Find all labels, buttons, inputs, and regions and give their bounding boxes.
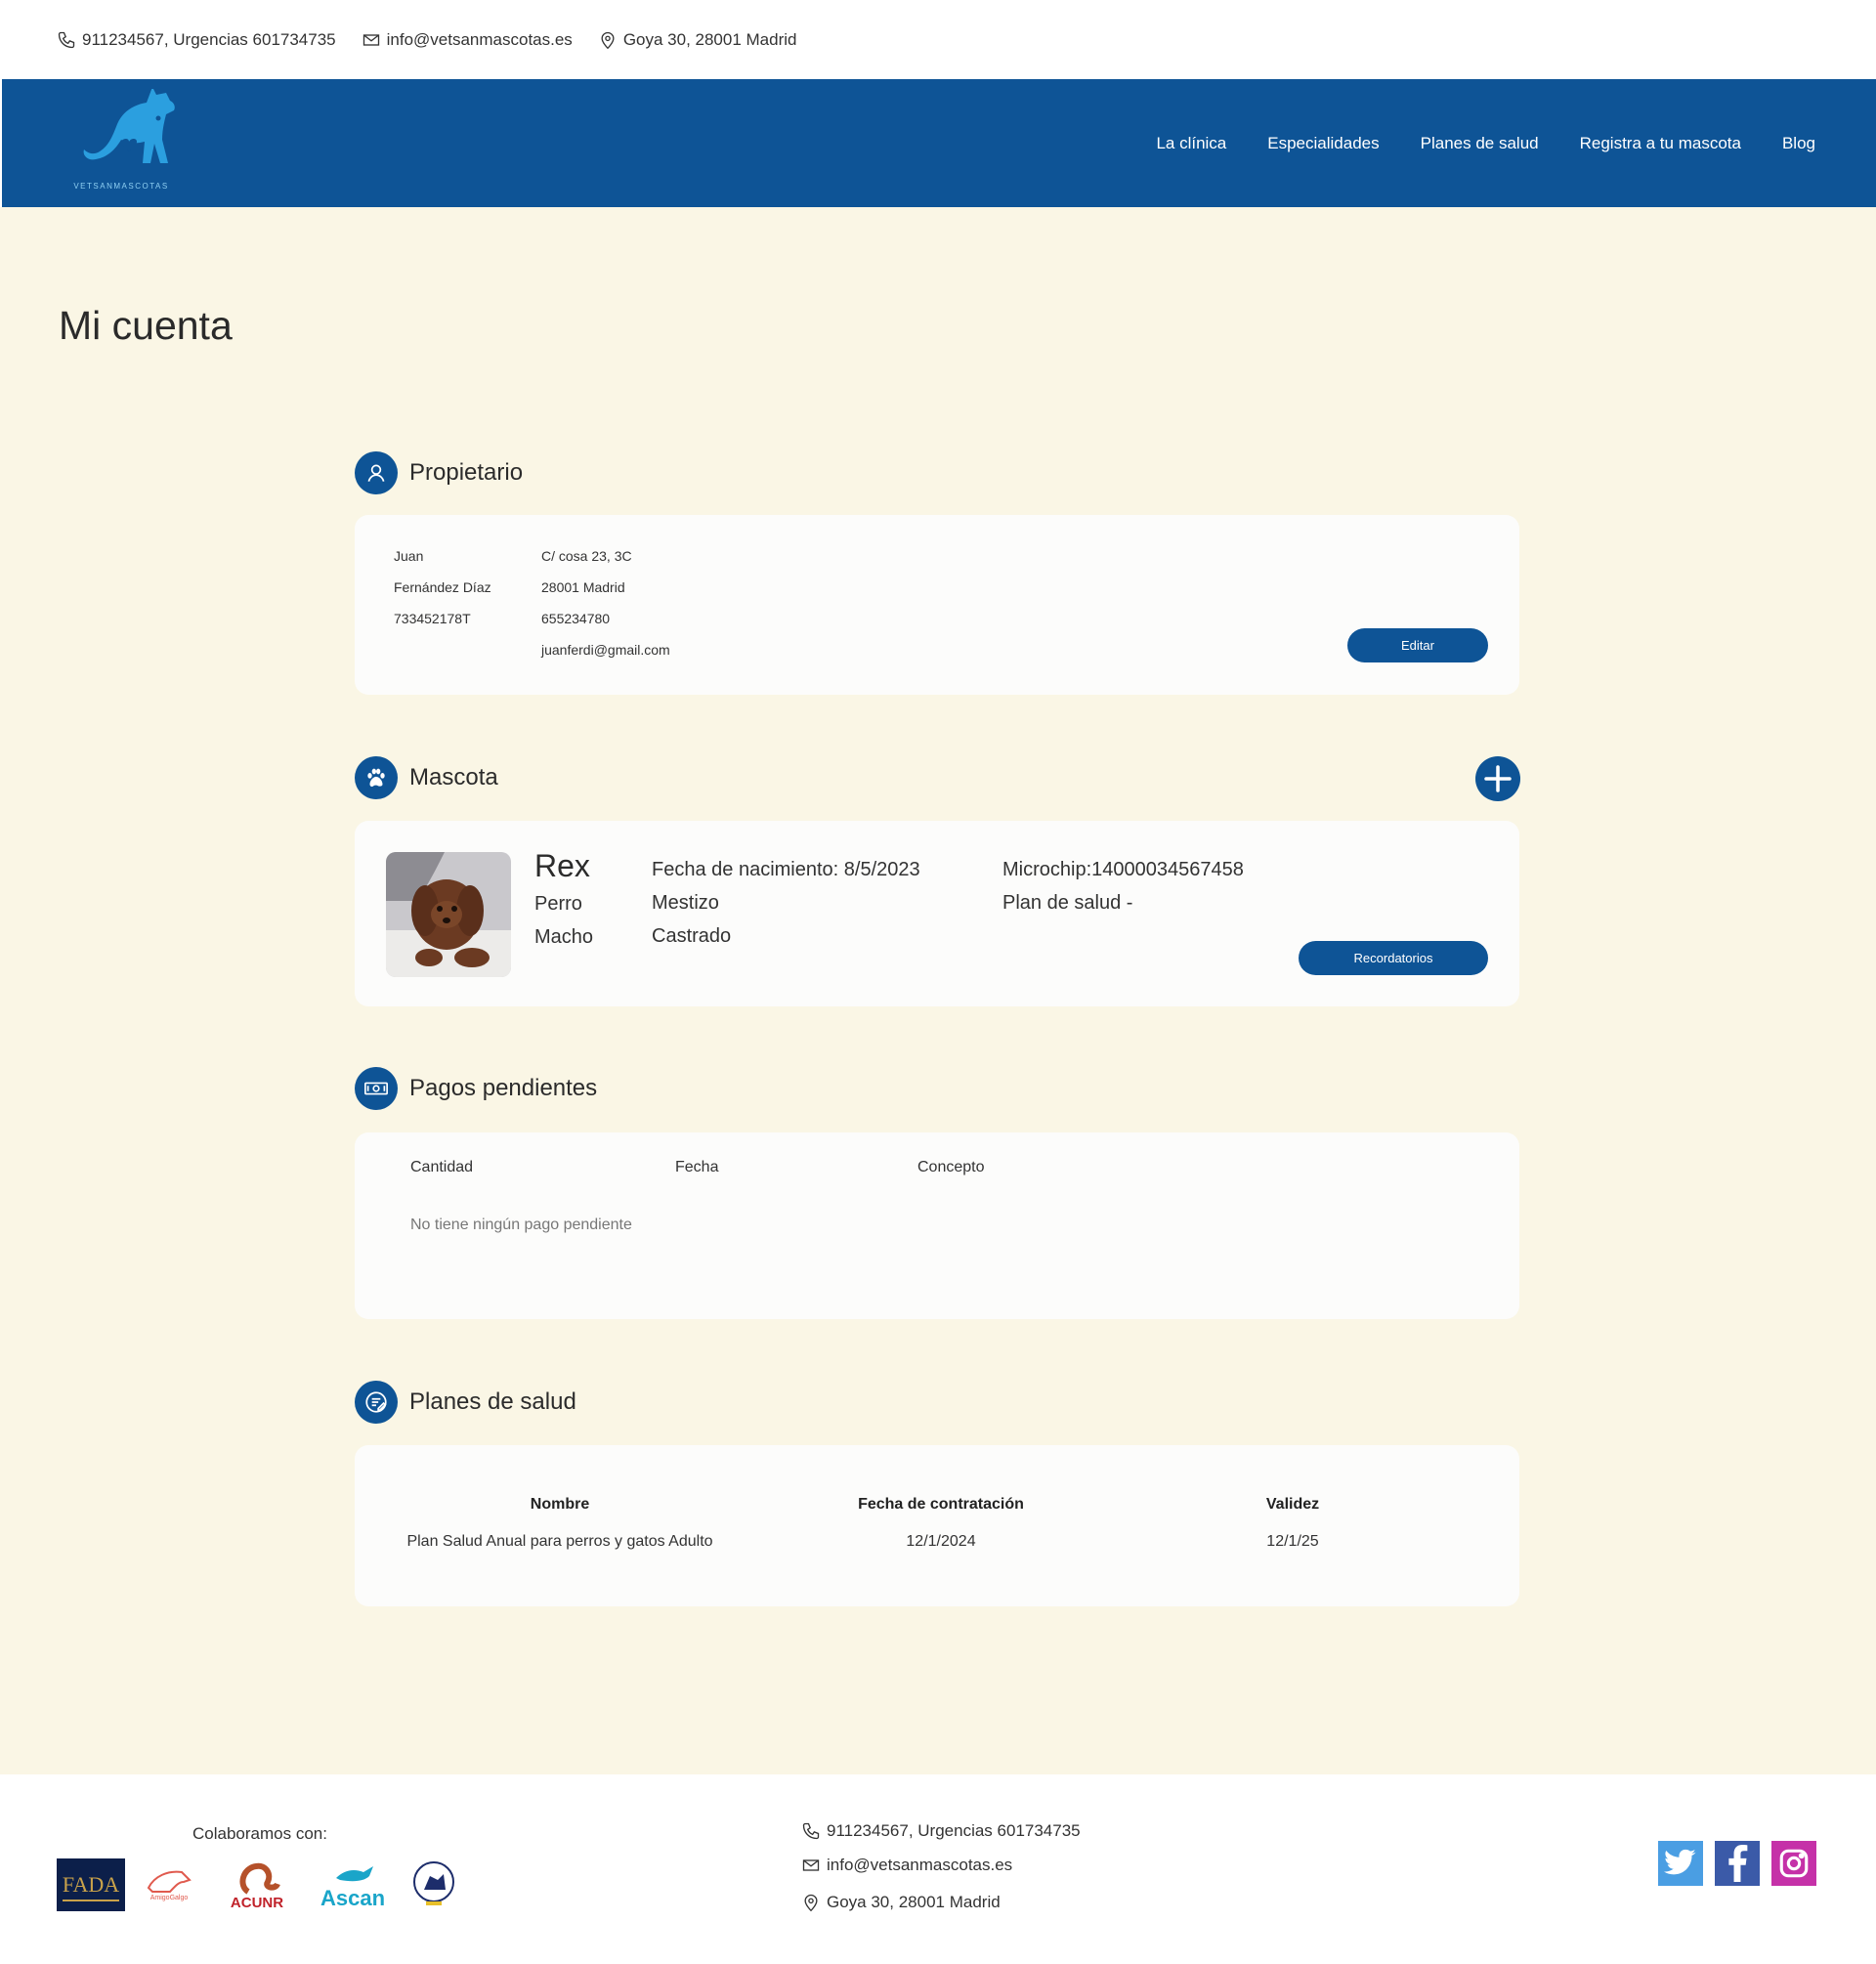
pet-section-header: Mascota [355,756,498,799]
reminders-button[interactable]: Recordatorios [1299,941,1488,975]
plans-col-validez: Validez [1265,1496,1320,1513]
partner-logo-amigogalgo[interactable]: AmigoGalgo [145,1858,193,1911]
main-navbar: VETSANMASCOTAS La clínica Especialidades… [2,79,1876,207]
pet-birth-date: Fecha de nacimiento: 8/5/2023 [652,859,920,880]
owner-city: 28001 Madrid [541,579,625,595]
pet-basic-column: Perro Macho [534,887,593,954]
location-pin-icon [804,1894,818,1912]
edit-owner-button[interactable]: Editar [1347,628,1488,662]
payments-section-title: Pagos pendientes [409,1075,598,1101]
pet-species: Perro [534,893,582,915]
nav-registra-mascota[interactable]: Registra a tu mascota [1580,134,1741,153]
plan-row-date: 12/1/2024 [906,1533,976,1550]
main-content: Mi cuenta Propietario Juan Fernández Día… [0,207,1876,1774]
svg-text:ACUNR: ACUNR [231,1895,283,1911]
user-icon [355,451,398,494]
facebook-icon[interactable] [1715,1841,1760,1886]
footer-address-text: Goya 30, 28001 Madrid [827,1893,1001,1911]
pet-sex: Macho [534,926,594,948]
page-title: Mi cuenta [59,303,233,348]
partner-logo-acunr[interactable]: ACUNR [219,1858,295,1911]
nav-links: La clínica Especialidades Planes de salu… [1156,79,1815,207]
footer-phone-text: 911234567, Urgencias 601734735 [827,1821,1081,1840]
paw-icon [355,756,398,799]
pet-breed: Mestizo [652,892,719,914]
payments-card: Cantidad Fecha Concepto No tiene ningún … [355,1132,1519,1319]
owner-section-title: Propietario [409,459,524,486]
nav-planes-de-salud[interactable]: Planes de salud [1421,134,1539,153]
nav-la-clinica[interactable]: La clínica [1156,134,1226,153]
svg-text:FADA: FADA [63,1872,119,1897]
pet-extra-column: Microchip:14000034567458 Plan de salud - [1002,853,1244,919]
partner-logo-ascan[interactable]: Ascan [320,1858,385,1911]
site-logo[interactable]: VETSANMASCOTAS [66,87,176,196]
plans-section-title: Planes de salud [409,1388,576,1415]
contact-phone-text: 911234567, Urgencias 601734735 [82,29,336,49]
footer-contact-address[interactable]: Goya 30, 28001 Madrid [801,1893,1001,1912]
footer-contact-phone[interactable]: 911234567, Urgencias 601734735 [801,1821,1081,1841]
plan-row-name: Plan Salud Anual para perros y gatos Adu… [406,1533,713,1550]
instagram-icon[interactable] [1771,1841,1816,1886]
payments-col-fecha: Fecha [675,1159,719,1175]
footer-contact-email[interactable]: info@vetsanmascotas.es [801,1856,1012,1875]
owner-dni: 733452178T [394,611,471,626]
svg-text:Ascan: Ascan [320,1886,385,1910]
site-footer: Colaboramos con: FADA AmigoGalgo ACUNR A… [0,1774,1876,1964]
twitter-icon[interactable] [1658,1841,1703,1886]
payments-col-cantidad: Cantidad [410,1159,474,1175]
contact-email[interactable]: info@vetsanmascotas.es [362,30,573,50]
mail-icon [802,1859,820,1871]
nav-blog[interactable]: Blog [1782,134,1815,153]
logo-text: VETSANMASCOTAS [73,182,169,191]
footer-email-text: info@vetsanmascotas.es [827,1856,1013,1874]
plans-card: Nombre Fecha de contratación Validez Pla… [355,1445,1519,1606]
contact-address[interactable]: Goya 30, 28001 Madrid [598,29,797,50]
pet-microchip: Microchip:14000034567458 [1002,859,1244,880]
pet-card: Rex Perro Macho Fecha de nacimiento: 8/5… [355,821,1519,1006]
pet-neutered: Castrado [652,925,732,947]
top-contact-bar: 911234567, Urgencias 601734735 info@vets… [0,0,1876,79]
plans-section-header: Planes de salud [355,1381,576,1424]
banknote-icon [355,1067,398,1110]
clipboard-edit-icon [355,1381,398,1424]
owner-section-header: Propietario [355,451,523,494]
mail-icon [362,33,379,46]
partner-logo-5[interactable] [410,1858,457,1911]
contact-phone[interactable]: 911234567, Urgencias 601734735 [57,30,336,50]
owner-street: C/ cosa 23, 3C [541,548,632,564]
add-pet-button[interactable] [1475,756,1520,801]
plans-col-fecha: Fecha de contratación [858,1496,1024,1513]
nav-especialidades[interactable]: Especialidades [1267,134,1379,153]
plans-col-nombre: Nombre [530,1496,590,1513]
owner-card: Juan Fernández Díaz 733452178T C/ cosa 2… [355,515,1519,695]
contact-address-text: Goya 30, 28001 Madrid [622,29,797,49]
phone-icon [802,1822,820,1840]
payments-empty-message: No tiene ningún pago pendiente [410,1217,632,1233]
plus-icon [1484,765,1512,792]
owner-first-name: Juan [394,548,424,564]
phone-icon [58,31,75,48]
pet-health-plan: Plan de salud - [1002,892,1133,914]
owner-identity-column: Juan Fernández Díaz 733452178T [394,540,491,634]
pet-photo [386,852,511,977]
pet-name: Rex [534,848,590,883]
partner-logo-fada[interactable]: FADA [57,1858,125,1911]
owner-last-name: Fernández Díaz [394,579,491,595]
plan-row-validity: 12/1/25 [1266,1533,1319,1550]
owner-contact-column: C/ cosa 23, 3C 28001 Madrid 655234780 ju… [541,540,670,665]
pet-details-column: Fecha de nacimiento: 8/5/2023 Mestizo Ca… [652,853,920,953]
payments-section-header: Pagos pendientes [355,1067,597,1110]
location-pin-icon [601,31,615,49]
owner-phone: 655234780 [541,611,611,626]
dog-cat-logo-icon [83,87,175,163]
payments-col-concepto: Concepto [917,1159,985,1175]
owner-email: juanferdi@gmail.com [541,642,670,658]
pet-section-title: Mascota [409,764,498,790]
svg-text:AmigoGalgo: AmigoGalgo [150,1895,189,1901]
collab-label: Colaboramos con: [192,1824,327,1843]
contact-email-text: info@vetsanmascotas.es [386,29,573,49]
